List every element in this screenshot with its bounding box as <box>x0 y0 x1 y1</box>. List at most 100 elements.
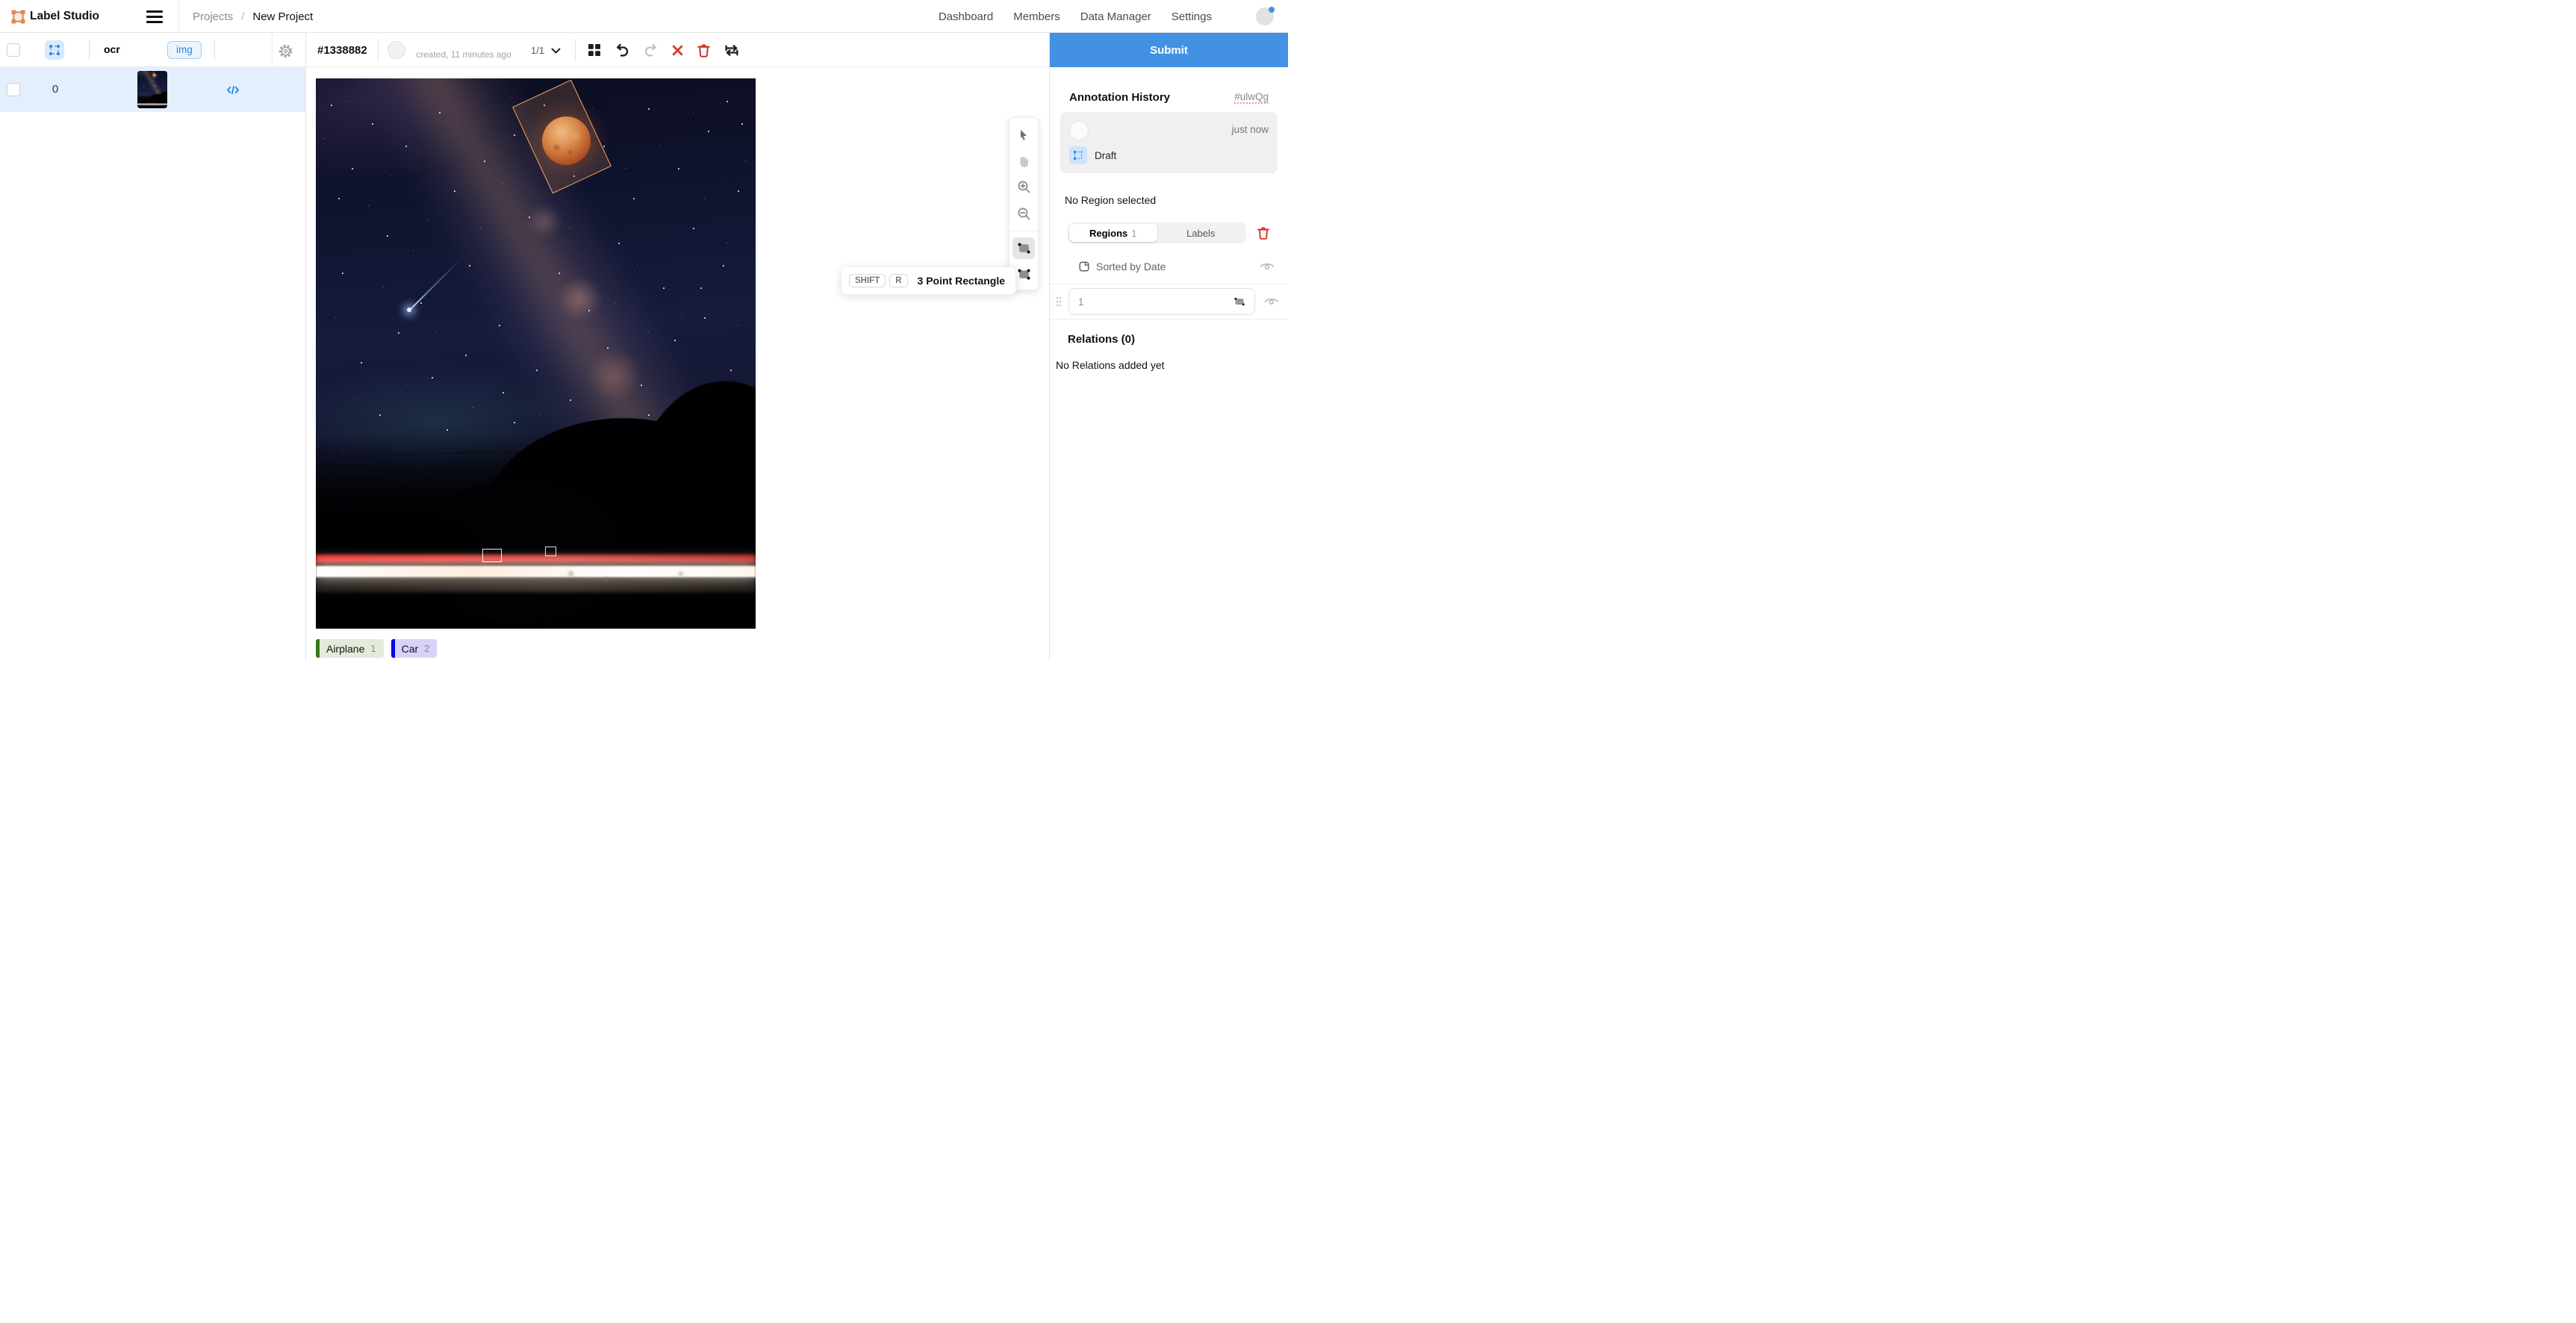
label-airplane-name: Airplane <box>320 643 370 655</box>
created-timestamp: created, 11 minutes ago <box>416 49 511 60</box>
annotation-toolbar <box>586 33 741 67</box>
top-navigation: Dashboard Members Data Manager Settings <box>939 0 1212 33</box>
tool-tooltip: SHIFT R 3 Point Rectangle <box>841 267 1016 295</box>
photo-fence-highlight <box>482 549 502 562</box>
navbar-divider <box>178 0 179 33</box>
no-region-text: No Region selected <box>1065 194 1278 206</box>
column-header-ocr[interactable]: ocr <box>104 43 120 55</box>
toggle-region-visibility[interactable] <box>1264 296 1279 307</box>
annotation-history-title: Annotation History <box>1069 91 1170 104</box>
zoom-out-icon <box>1017 207 1031 221</box>
annotation-photo <box>316 78 756 629</box>
tab-regions-label: Regions <box>1089 228 1127 239</box>
shortcut-key-r: R <box>889 274 907 287</box>
label-car-name: Car <box>395 643 425 655</box>
regions-labels-tabs: Regions 1 Labels <box>1068 222 1278 243</box>
task-list-panel: ocr img 0 <box>0 33 306 662</box>
move-tool-button[interactable] <box>1012 124 1035 146</box>
label-airplane[interactable]: Airplane 1 <box>316 639 384 658</box>
annotation-canvas[interactable] <box>316 78 756 629</box>
chevron-down-icon <box>551 48 561 54</box>
top-navbar: Label Studio Projects / New Project Dash… <box>0 0 1288 33</box>
delete-regions-button[interactable] <box>1256 225 1271 241</box>
tab-labels[interactable]: Labels <box>1157 224 1245 242</box>
pan-tool-button[interactable] <box>1012 150 1035 172</box>
annotation-side-panel: Submit Annotation History #ulwQg just no… <box>1049 33 1288 662</box>
label-studio-app: Label Studio Projects / New Project Dash… <box>0 0 1288 662</box>
sort-order-row: Sorted by Date <box>1078 261 1275 273</box>
user-avatar[interactable] <box>1256 7 1274 25</box>
task-list-header: ocr img <box>0 33 305 67</box>
annotation-header-divider <box>378 39 379 61</box>
tab-labels-label: Labels <box>1186 228 1215 239</box>
pagination-value: 1/1 <box>531 45 544 56</box>
task-row-index: 0 <box>46 83 64 96</box>
shortcut-key-shift: SHIFT <box>849 274 886 287</box>
undo-button[interactable] <box>614 42 631 59</box>
header-divider <box>89 40 90 60</box>
annotation-history-header: Annotation History #ulwQg <box>1060 91 1278 104</box>
history-avatar <box>1069 121 1089 140</box>
nav-data-manager[interactable]: Data Manager <box>1080 10 1151 23</box>
task-row[interactable]: 0 <box>0 67 305 112</box>
relations-empty-text: No Relations added yet <box>1056 359 1278 371</box>
grid-view-button[interactable] <box>586 42 603 58</box>
header-divider-3 <box>272 33 273 67</box>
label-selector: Airplane 1 Car 2 <box>316 639 437 658</box>
menu-hamburger-button[interactable] <box>146 8 164 25</box>
region-item-index: 1 <box>1078 296 1084 308</box>
zoom-in-tool-button[interactable] <box>1012 176 1035 198</box>
swap-view-button[interactable] <box>723 43 741 58</box>
rectangle-tool-button[interactable] <box>1012 237 1035 259</box>
label-studio-logo-icon <box>11 10 25 24</box>
column-type-badge-img[interactable]: img <box>167 41 202 59</box>
history-entry[interactable]: just now Draft <box>1060 112 1278 173</box>
tooltip-label: 3 Point Rectangle <box>918 275 1005 287</box>
annotation-header-divider-2 <box>575 39 576 61</box>
eye-icon <box>1260 261 1275 272</box>
toggle-all-regions-visibility[interactable] <box>1260 261 1275 272</box>
submit-button[interactable]: Submit <box>1050 33 1288 67</box>
nav-dashboard[interactable]: Dashboard <box>939 10 993 23</box>
task-id: #1338882 <box>317 44 367 57</box>
zoom-in-icon <box>1017 180 1031 194</box>
label-car-hotkey: 2 <box>424 643 437 654</box>
task-row-checkbox[interactable] <box>7 83 20 96</box>
nav-members[interactable]: Members <box>1013 10 1060 23</box>
sort-order-label[interactable]: Sorted by Date <box>1096 261 1166 273</box>
regions-view-icon[interactable] <box>45 40 64 60</box>
region-rectangle-icon <box>1233 296 1245 308</box>
label-airplane-hotkey: 1 <box>370 643 383 654</box>
sort-panel-icon <box>1078 261 1090 273</box>
zoom-out-tool-button[interactable] <box>1012 203 1035 225</box>
region-list-item[interactable]: 1 <box>1050 284 1288 320</box>
nav-settings[interactable]: Settings <box>1172 10 1212 23</box>
label-car[interactable]: Car 2 <box>391 639 438 658</box>
redo-button[interactable] <box>642 42 659 59</box>
breadcrumb-separator: / <box>241 10 244 23</box>
tool-palette <box>1009 117 1039 290</box>
table-settings-gear-icon[interactable] <box>276 42 295 60</box>
select-all-checkbox[interactable] <box>7 43 20 57</box>
annotation-pagination[interactable]: 1/1 <box>531 45 561 56</box>
tab-regions[interactable]: Regions 1 <box>1069 224 1157 242</box>
app-title: Label Studio <box>30 10 99 23</box>
reject-button[interactable] <box>671 43 685 57</box>
three-point-rectangle-tool-icon <box>1017 267 1031 281</box>
eye-icon <box>1264 296 1279 307</box>
delete-annotation-button[interactable] <box>696 42 712 59</box>
rectangle-tool-icon <box>1017 241 1031 255</box>
notification-dot <box>1269 7 1275 13</box>
annotator-avatar <box>388 41 405 59</box>
relations-title: Relations (0) <box>1068 333 1278 346</box>
region-item-box[interactable]: 1 <box>1068 288 1255 315</box>
history-status: Draft <box>1095 150 1116 161</box>
photo-fence-highlight-2 <box>545 547 556 556</box>
task-thumbnail[interactable] <box>137 71 167 108</box>
drag-handle-icon <box>1055 296 1063 308</box>
breadcrumb-current-project: New Project <box>252 10 313 23</box>
breadcrumb-projects-link[interactable]: Projects <box>193 10 233 23</box>
annotation-id[interactable]: #ulwQg <box>1234 91 1269 104</box>
hand-icon <box>1017 155 1030 168</box>
task-code-icon[interactable] <box>226 84 240 96</box>
